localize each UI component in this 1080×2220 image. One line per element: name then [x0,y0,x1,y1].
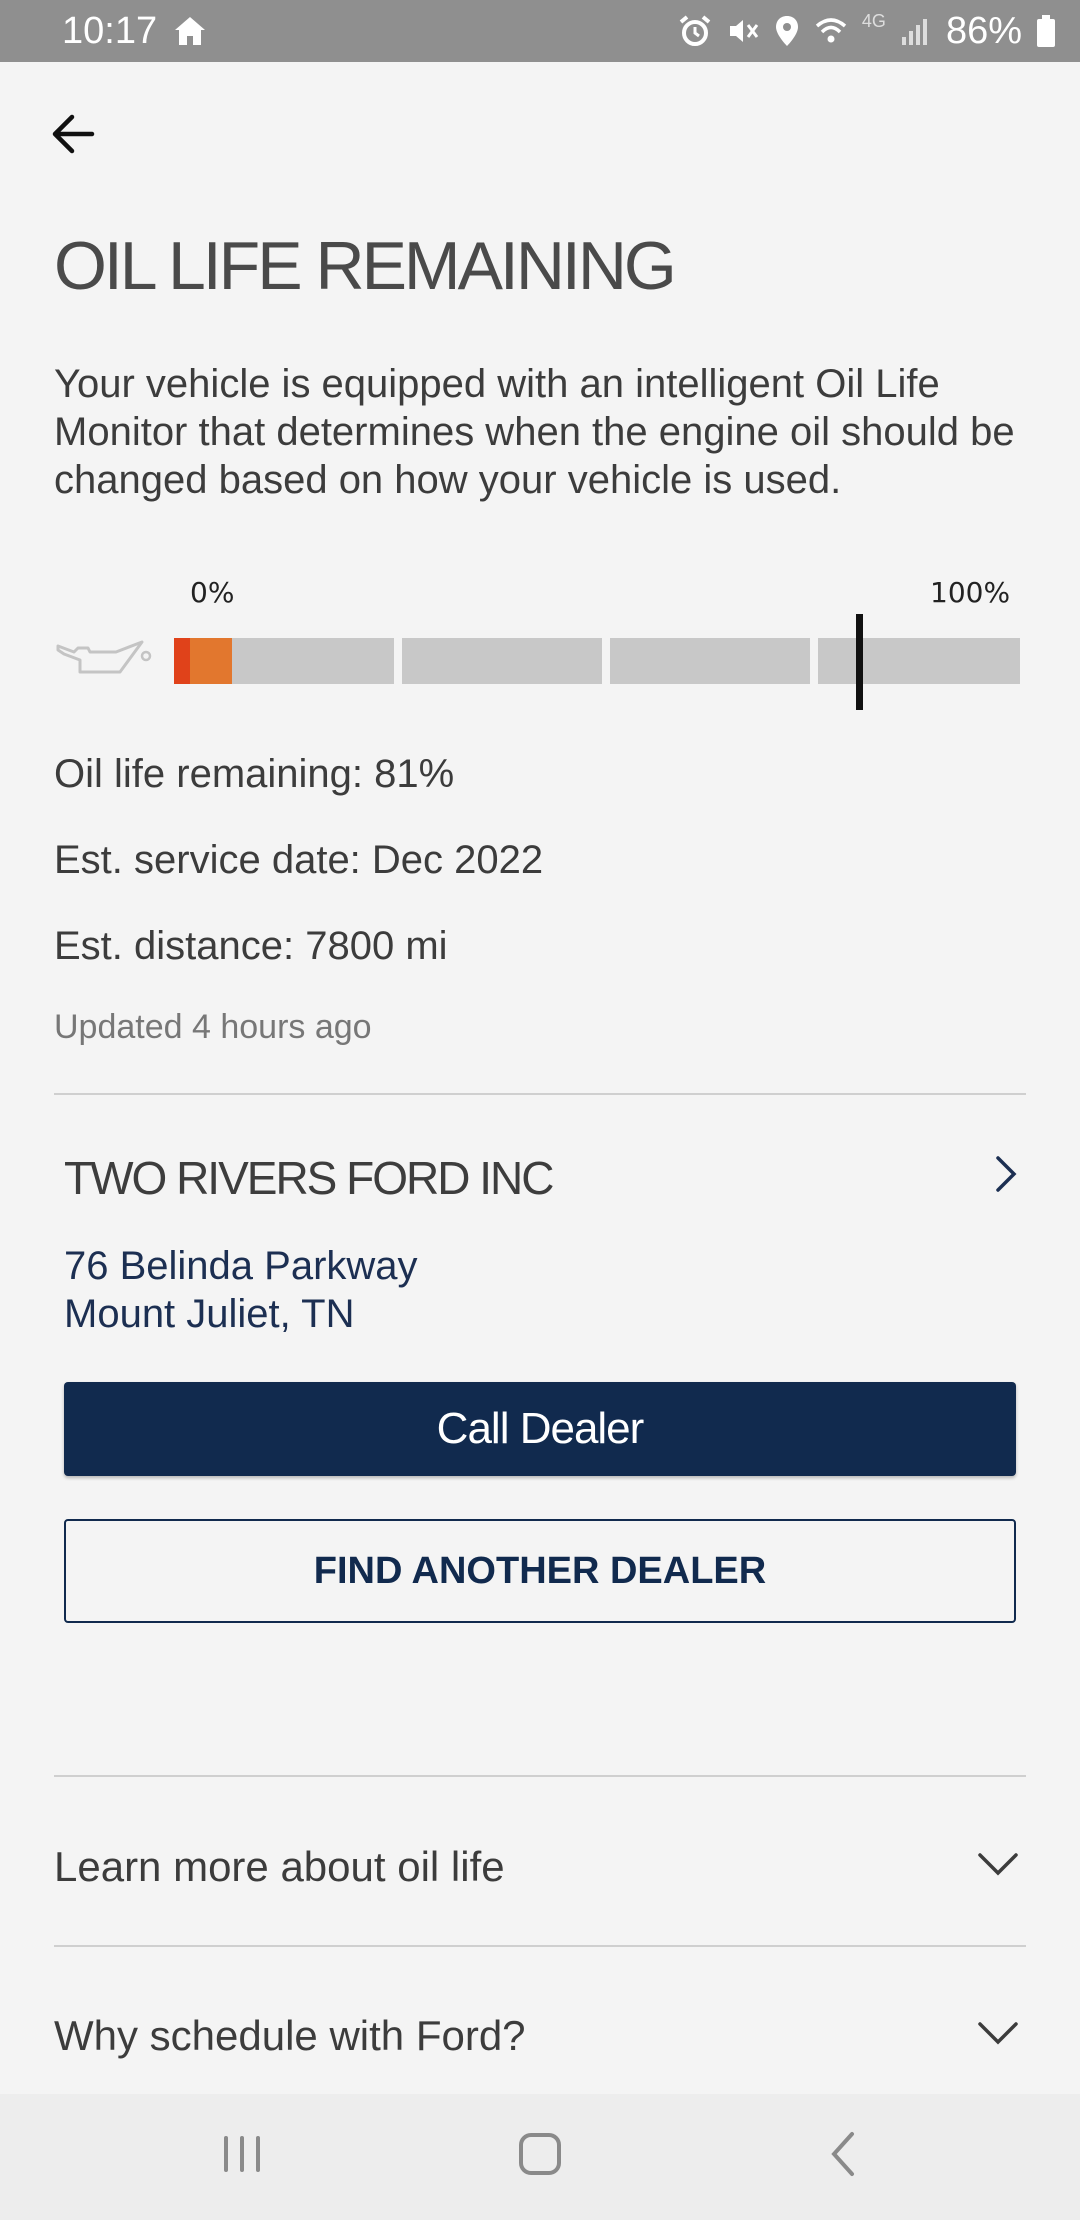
chevron-down-icon [978,1853,1018,1876]
home-button-icon[interactable] [516,2124,564,2184]
wifi-icon [815,18,847,43]
signal-icon [901,19,927,45]
status-icons: 4G 86% [678,8,1056,54]
accordion-label: Learn more about oil life [54,1843,505,1890]
battery-percent: 86% [945,10,1022,52]
oil-life-description: Your vehicle is equipped with an intelli… [54,362,1015,502]
dealer-name[interactable]: TWO RIVERS FORD INC [64,1150,554,1206]
gauge-max-label: 100% [930,576,1011,609]
est-distance: Est. distance: 7800 mi [54,924,448,968]
oil-life-remaining: Oil life remaining: 81% [54,752,455,796]
gauge-fill [190,638,232,684]
divider [54,1775,1026,1777]
est-service-date: Est. service date: Dec 2022 [54,838,544,882]
call-dealer-button[interactable]: Call Dealer [64,1382,1016,1476]
accordion-label: Why schedule with Ford? [54,2012,526,2059]
oil-can-icon [56,640,152,674]
status-time: 10:17 [62,10,158,52]
divider [54,1945,1026,1947]
dealer-address[interactable]: 76 Belinda Parkway Mount Juliet, TN [64,1242,418,1338]
gauge-segment [610,638,810,684]
location-icon [775,16,798,46]
accordion-learn-oil-life[interactable]: Learn more about oil life [54,1812,1026,1922]
gauge-segment [818,638,1020,684]
status-bar: 10:17 4G 86% [0,0,1080,62]
updated-timestamp: Updated 4 hours ago [54,1008,372,1046]
gauge-marker [856,614,864,710]
alarm-icon [679,15,711,46]
back-nav-icon[interactable] [820,2124,868,2184]
gauge-min-label: 0% [190,576,235,609]
oil-life-gauge [174,614,1020,710]
chevron-right-icon[interactable] [990,1152,1022,1196]
dealer-address-line1: 76 Belinda Parkway [64,1244,418,1288]
arrow-left-icon[interactable] [44,104,104,164]
home-icon [175,17,205,45]
recent-apps-icon[interactable] [218,2124,266,2184]
battery-icon [1037,15,1055,47]
system-nav-bar [0,2094,1080,2220]
network-type: 4G [861,10,886,31]
accordion-why-schedule[interactable]: Why schedule with Ford? [54,1981,1026,2091]
find-another-dealer-button[interactable]: FIND ANOTHER DEALER [64,1519,1016,1623]
gauge-segment [402,638,602,684]
gauge-fill-low [174,638,190,684]
dealer-address-line2: Mount Juliet, TN [64,1292,355,1336]
mute-icon [729,20,759,42]
divider [54,1093,1026,1095]
chevron-down-icon [978,2022,1018,2045]
page-title: OIL LIFE REMAINING [54,228,677,304]
